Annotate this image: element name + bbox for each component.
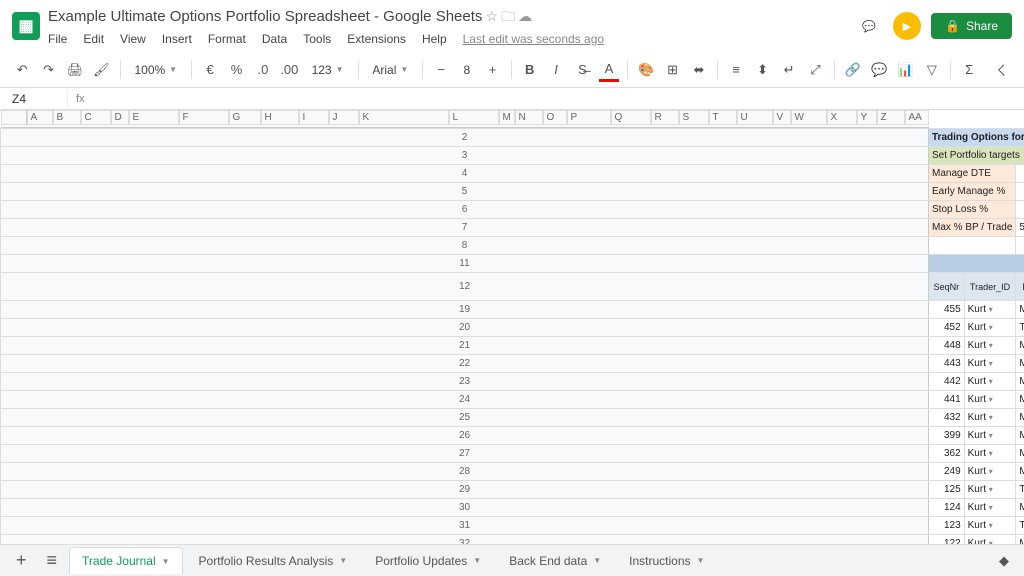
toolbar: ↶ ↷ 🖨 🖌 100% ▼ € % .0 .00 123 ▼ Arial ▼ … [0, 52, 1024, 88]
comment-icon[interactable]: 💬 [869, 58, 889, 82]
tab-trade-journal[interactable]: Trade Journal ▼ [69, 547, 183, 574]
currency-icon[interactable]: € [200, 58, 220, 82]
name-box[interactable]: Z4 [8, 90, 68, 108]
expand-icon[interactable]: ㄑ [991, 58, 1011, 82]
table-row[interactable]: 29125Kurt ▾TT ▾19/07/202119/07/2021IBM14… [1, 481, 1024, 499]
halign-icon[interactable]: ≡ [726, 58, 746, 82]
dec-decrease-icon[interactable]: .0 [253, 58, 273, 82]
menu-tools[interactable]: Tools [303, 32, 331, 46]
table-row[interactable]: 19455Kurt ▾MX ▾11/11/202228/10/2022MSFT2… [1, 301, 1024, 319]
explore-icon[interactable]: ◆ [992, 549, 1016, 573]
table-row[interactable]: 31123Kurt ▾TT ▾16/07/202116/07/2021TWTR6… [1, 517, 1024, 535]
link-icon[interactable]: 🔗 [842, 58, 862, 82]
doc-title[interactable]: Example Ultimate Options Portfolio Sprea… [48, 8, 482, 25]
font-size[interactable]: 8 [458, 61, 477, 79]
print-icon[interactable]: 🖨 [65, 58, 85, 82]
share-button[interactable]: 🔒 Share [931, 13, 1012, 39]
menu-bar: File Edit View Insert Format Data Tools … [48, 32, 847, 46]
wrap-icon[interactable]: ↵ [779, 58, 799, 82]
functions-icon[interactable]: Σ [959, 58, 979, 82]
sheets-logo: ▦ [12, 12, 40, 40]
paint-format-icon[interactable]: 🖌 [91, 58, 111, 82]
table-row[interactable]: 23442Kurt ▾MX ▾28/10/202228/10/2022EWZ31… [1, 373, 1024, 391]
rotate-icon[interactable]: ⤢ [805, 58, 825, 82]
table-row[interactable]: 30124Kurt ▾MX ▾16/07/202113/07/2021TWTR6… [1, 499, 1024, 517]
table-row[interactable]: 22443Kurt ▾MX ▾31/10/202231/10/2022AAPL1… [1, 355, 1024, 373]
italic-icon[interactable]: I [546, 58, 566, 82]
filter-icon[interactable]: ▽ [922, 58, 942, 82]
tab-updates[interactable]: Portfolio Updates ▼ [363, 548, 493, 574]
tab-results[interactable]: Portfolio Results Analysis ▼ [187, 548, 360, 574]
table-row[interactable]: 26399Kurt ▾MX ▾04/10/202204/10/2022XBI82… [1, 427, 1024, 445]
menu-extensions[interactable]: Extensions [347, 32, 406, 46]
menu-file[interactable]: File [48, 32, 67, 46]
format-select[interactable]: 123 ▼ [306, 61, 350, 79]
tab-backend[interactable]: Back End data ▼ [497, 548, 613, 574]
fill-color-icon[interactable]: 🎨 [636, 58, 656, 82]
table-row[interactable]: 25432Kurt ▾MX ▾25/10/202225/10/2022SMH19… [1, 409, 1024, 427]
meet-icon[interactable]: ▶ [893, 12, 921, 40]
comments-icon[interactable]: 💬 [855, 12, 883, 40]
menu-format[interactable]: Format [208, 32, 246, 46]
text-color-icon[interactable]: A [599, 58, 619, 82]
menu-help[interactable]: Help [422, 32, 447, 46]
borders-icon[interactable]: ⊞ [662, 58, 682, 82]
undo-icon[interactable]: ↶ [12, 58, 32, 82]
size-decrease-icon[interactable]: − [431, 58, 451, 82]
chart-icon[interactable]: 📊 [895, 58, 915, 82]
bold-icon[interactable]: B [519, 58, 539, 82]
move-icon[interactable]: 🗀 [501, 8, 515, 24]
zoom-select[interactable]: 100% ▼ [128, 61, 183, 79]
size-increase-icon[interactable]: + [482, 58, 502, 82]
merge-icon[interactable]: ⬌ [689, 58, 709, 82]
all-sheets-button[interactable]: ≡ [39, 550, 66, 571]
last-edit[interactable]: Last edit was seconds ago [463, 32, 604, 46]
redo-icon[interactable]: ↷ [38, 58, 58, 82]
menu-insert[interactable]: Insert [162, 32, 192, 46]
spreadsheet-grid[interactable]: ABCDEFGHIJKLMNOPQRSTUVWXYZAA 2Trading Op… [0, 110, 1024, 558]
table-row[interactable]: 24441Kurt ▾MX ▾28/10/202228/10/2022MSFT2… [1, 391, 1024, 409]
percent-icon[interactable]: % [226, 58, 246, 82]
font-select[interactable]: Arial ▼ [366, 61, 414, 79]
menu-edit[interactable]: Edit [83, 32, 104, 46]
valign-icon[interactable]: ⬍ [752, 58, 772, 82]
fx-icon: fx [76, 93, 85, 105]
tab-instructions[interactable]: Instructions ▼ [617, 548, 716, 574]
add-sheet-button[interactable]: + [8, 550, 35, 571]
table-row[interactable]: 20452Kurt ▾TT ▾09/11/202209/11/2022FSR7,… [1, 319, 1024, 337]
table-row[interactable]: 21448Kurt ▾MX ▾04/11/202231/10/2022AAPL1… [1, 337, 1024, 355]
cloud-icon[interactable]: ☁ [518, 8, 532, 24]
menu-view[interactable]: View [120, 32, 146, 46]
table-row[interactable]: 28249Kurt ▾MX ▾18/02/202210/02/2022PYPL1… [1, 463, 1024, 481]
table-row[interactable]: 27362Kurt ▾MX ▾05/08/202205/08/2022FSR9,… [1, 445, 1024, 463]
star-icon[interactable]: ☆ [485, 8, 498, 24]
strike-icon[interactable]: S̶ [572, 58, 592, 82]
dec-increase-icon[interactable]: .00 [279, 58, 299, 82]
menu-data[interactable]: Data [262, 32, 287, 46]
